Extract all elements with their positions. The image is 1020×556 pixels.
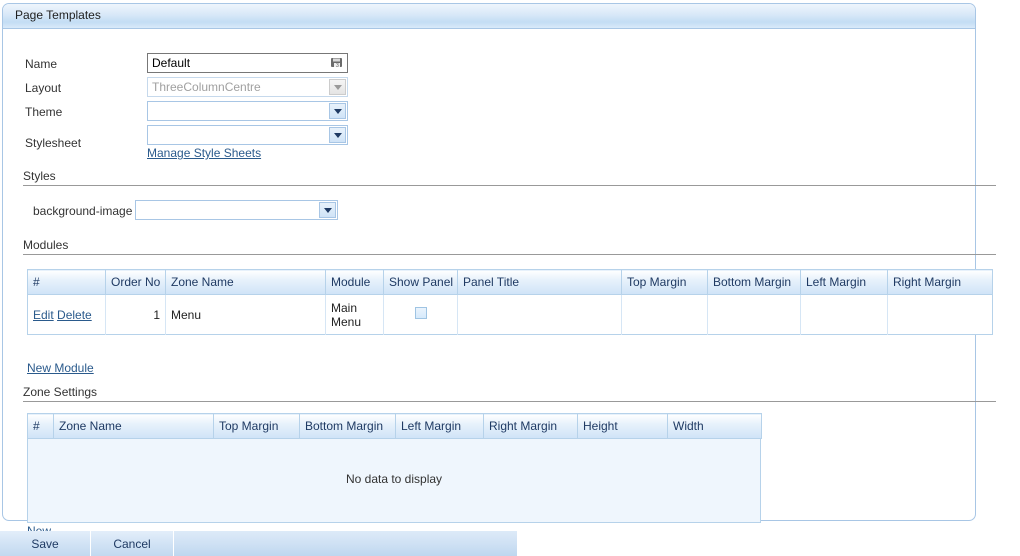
col-zone-name[interactable]: Zone Name bbox=[165, 269, 326, 295]
styles-section-rule bbox=[23, 185, 996, 186]
edit-link[interactable]: Edit bbox=[33, 308, 54, 322]
col-index[interactable]: # bbox=[27, 269, 106, 295]
label-stylesheet: Stylesheet bbox=[25, 136, 82, 150]
zcol-index[interactable]: # bbox=[27, 413, 54, 439]
label-background-image: background-image bbox=[33, 204, 133, 218]
modules-section-rule bbox=[23, 254, 996, 255]
zcol-width[interactable]: Width bbox=[667, 413, 762, 439]
zcol-top-margin[interactable]: Top Margin bbox=[213, 413, 300, 439]
table-row: Edit Delete 1 Menu Main Menu bbox=[27, 294, 993, 335]
zone-settings-empty-body: No data to display bbox=[27, 438, 761, 523]
page-templates-panel: Page Templates Name Layout Theme Stylesh… bbox=[2, 3, 996, 538]
name-input-value: Default bbox=[152, 56, 191, 70]
disk-icon[interactable]: 3 bbox=[330, 56, 344, 70]
layout-select: ThreeColumnCentre bbox=[147, 77, 348, 97]
label-theme: Theme bbox=[25, 105, 63, 119]
zcol-height[interactable]: Height bbox=[577, 413, 668, 439]
layout-select-value: ThreeColumnCentre bbox=[152, 80, 261, 94]
panel-body: Name Layout Theme Stylesheet Default 3 T… bbox=[3, 29, 996, 538]
theme-select[interactable] bbox=[147, 101, 348, 121]
cell-panel-title bbox=[457, 294, 622, 335]
col-order-no[interactable]: Order No bbox=[105, 269, 166, 295]
background-image-select[interactable] bbox=[135, 200, 338, 220]
new-module-link[interactable]: New Module bbox=[27, 361, 94, 375]
svg-text:3: 3 bbox=[336, 63, 339, 69]
save-button[interactable]: Save bbox=[0, 531, 91, 556]
chevron-down-icon[interactable] bbox=[329, 103, 346, 119]
zcol-zone-name[interactable]: Zone Name bbox=[53, 413, 214, 439]
empty-message: No data to display bbox=[345, 472, 443, 486]
modules-grid-header-row: # Order No Zone Name Module Show Panel P… bbox=[27, 269, 993, 295]
modules-section-title: Modules bbox=[23, 238, 69, 252]
cell-left-margin bbox=[800, 294, 888, 335]
delete-link[interactable]: Delete bbox=[57, 308, 92, 322]
cell-order-no: 1 bbox=[105, 294, 166, 335]
cell-top-margin bbox=[621, 294, 708, 335]
cell-zone-name: Menu bbox=[165, 294, 326, 335]
manage-style-sheets-link[interactable]: Manage Style Sheets bbox=[147, 146, 261, 160]
col-panel-title[interactable]: Panel Title bbox=[457, 269, 622, 295]
cell-bottom-margin bbox=[707, 294, 801, 335]
modules-grid: # Order No Zone Name Module Show Panel P… bbox=[27, 269, 993, 335]
zone-settings-header-row: # Zone Name Top Margin Bottom Margin Lef… bbox=[27, 413, 762, 439]
footer-bar: Save Cancel bbox=[0, 531, 517, 556]
col-right-margin[interactable]: Right Margin bbox=[887, 269, 993, 295]
zone-settings-grid-header: # Zone Name Top Margin Bottom Margin Lef… bbox=[27, 413, 762, 439]
zone-settings-section-rule bbox=[23, 401, 996, 402]
name-input[interactable]: Default 3 bbox=[147, 53, 348, 73]
page-title: Page Templates bbox=[15, 8, 101, 22]
zcol-left-margin[interactable]: Left Margin bbox=[395, 413, 484, 439]
chevron-down-icon bbox=[329, 79, 346, 95]
cell-show-panel bbox=[383, 294, 458, 335]
panel-header: Page Templates bbox=[3, 4, 975, 29]
col-top-margin[interactable]: Top Margin bbox=[621, 269, 708, 295]
col-left-margin[interactable]: Left Margin bbox=[800, 269, 888, 295]
col-module[interactable]: Module bbox=[325, 269, 384, 295]
label-layout: Layout bbox=[25, 81, 62, 95]
show-panel-checkbox[interactable] bbox=[414, 307, 427, 319]
styles-section-title: Styles bbox=[23, 169, 56, 183]
col-bottom-margin[interactable]: Bottom Margin bbox=[707, 269, 801, 295]
zcol-right-margin[interactable]: Right Margin bbox=[483, 413, 578, 439]
zone-settings-section-title: Zone Settings bbox=[23, 385, 98, 399]
col-show-panel[interactable]: Show Panel bbox=[383, 269, 458, 295]
label-name: Name bbox=[25, 57, 58, 71]
cell-right-margin bbox=[887, 294, 993, 335]
row-actions: Edit Delete bbox=[27, 294, 106, 335]
zcol-bottom-margin[interactable]: Bottom Margin bbox=[299, 413, 396, 439]
cancel-button[interactable]: Cancel bbox=[91, 531, 174, 556]
chevron-down-icon[interactable] bbox=[319, 202, 336, 218]
chevron-down-icon[interactable] bbox=[329, 127, 346, 143]
cell-module: Main Menu bbox=[325, 294, 384, 335]
stylesheet-select[interactable] bbox=[147, 125, 348, 145]
